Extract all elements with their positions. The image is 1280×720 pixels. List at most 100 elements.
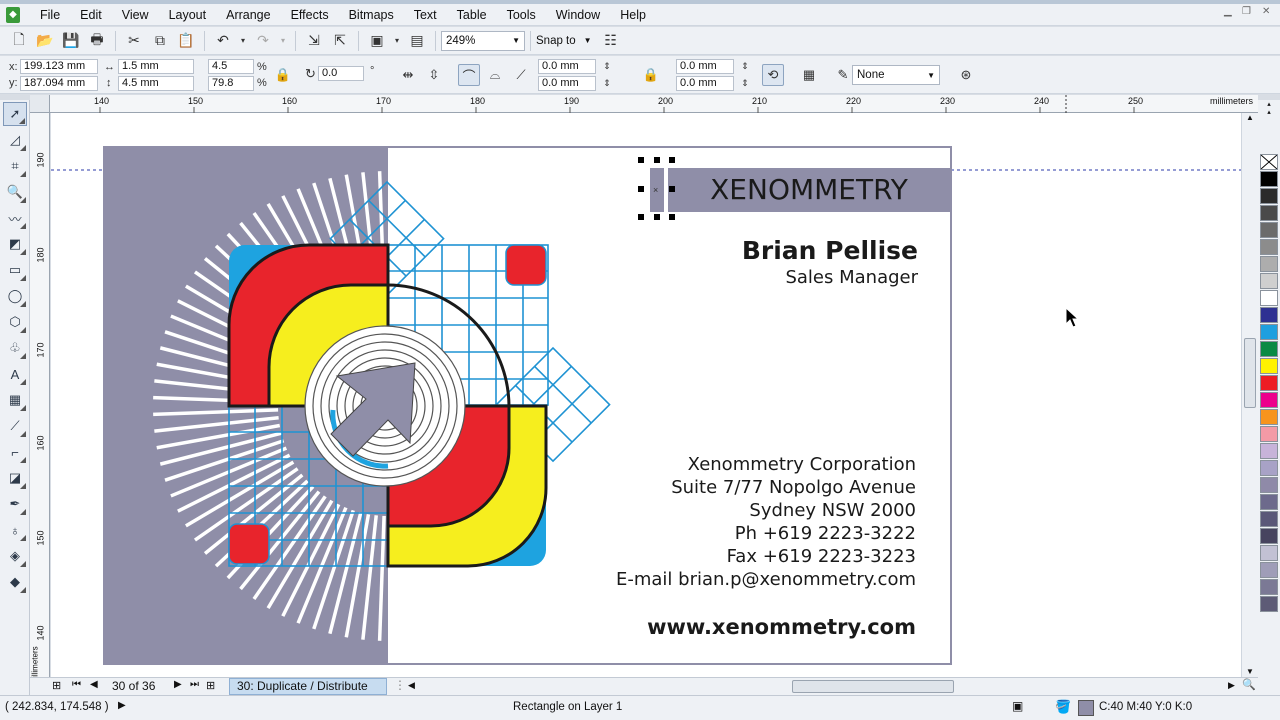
company-name-text[interactable]: XENOMMETRY xyxy=(668,170,950,210)
color-swatch[interactable] xyxy=(1260,511,1278,527)
menu-bitmaps[interactable]: Bitmaps xyxy=(339,5,404,25)
menu-window[interactable]: Window xyxy=(546,5,610,25)
menu-table[interactable]: Table xyxy=(447,5,497,25)
mirror-vertical-icon[interactable]: ⇳ xyxy=(423,64,445,86)
rectangle-tool-icon[interactable]: ▭ xyxy=(3,258,27,282)
address-line[interactable]: Xenommetry Corporation xyxy=(688,454,916,475)
menu-arrange[interactable]: Arrange xyxy=(216,5,280,25)
zoom-tool-icon[interactable]: 🔍 xyxy=(3,180,27,204)
copy-icon[interactable]: ⧉ xyxy=(149,30,171,52)
color-swatch[interactable] xyxy=(1260,494,1278,510)
color-swatch[interactable] xyxy=(1260,171,1278,187)
wrap-text-icon[interactable]: ▦ xyxy=(798,64,820,86)
scale-y-field[interactable]: 79.8 xyxy=(208,76,254,91)
color-proof-icon[interactable]: ▣ xyxy=(1012,699,1023,713)
color-swatch[interactable] xyxy=(1260,222,1278,238)
color-swatch[interactable] xyxy=(1260,188,1278,204)
scroll-left-icon[interactable]: ◀ xyxy=(408,680,415,691)
corel-app-icon[interactable]: ◆ xyxy=(6,6,20,23)
menu-effects[interactable]: Effects xyxy=(281,5,339,25)
shape-tool-icon[interactable]: ◿ xyxy=(3,128,27,152)
open-icon[interactable]: 📂 xyxy=(34,30,56,52)
color-swatch[interactable] xyxy=(1260,256,1278,272)
next-page-icon[interactable]: ▶ xyxy=(174,679,182,690)
palette-scroll-up-icon[interactable]: ▴ xyxy=(1258,100,1280,108)
corner-bottom-right-field[interactable]: 0.0 mm xyxy=(676,76,734,91)
welcome-screen-icon[interactable]: ▤ xyxy=(406,30,428,52)
height-field[interactable]: 4.5 mm xyxy=(118,76,194,91)
connector-tool-icon[interactable]: ⌐ xyxy=(3,440,27,464)
menu-text[interactable]: Text xyxy=(404,5,447,25)
chamfer-corner-icon[interactable]: ⟋ xyxy=(510,64,532,86)
undo-dropdown-icon[interactable]: ▾ xyxy=(238,30,248,52)
paste-icon[interactable]: 📋 xyxy=(175,30,197,52)
outline-pen-icon[interactable]: ✎ xyxy=(832,64,854,86)
expand-status-icon[interactable]: ▶ xyxy=(118,700,126,711)
color-swatch[interactable] xyxy=(1260,205,1278,221)
last-page-icon[interactable]: ⏭ xyxy=(190,679,199,690)
fill-color-swatch[interactable] xyxy=(1078,700,1094,716)
color-swatch[interactable] xyxy=(1260,545,1278,561)
launcher-dropdown-icon[interactable]: ▾ xyxy=(392,30,402,52)
relative-corner-scaling-icon[interactable]: ⟲ xyxy=(762,64,784,86)
palette-scroll-up-icon[interactable]: ▴ xyxy=(1258,108,1280,118)
scale-x-field[interactable]: 4.5 xyxy=(208,59,254,74)
scroll-up-icon[interactable]: ▲ xyxy=(1246,113,1254,122)
scallop-corner-icon[interactable]: ⌓ xyxy=(484,64,506,86)
corner-top-left-field[interactable]: 0.0 mm xyxy=(538,59,596,74)
interactive-fill-tool-icon[interactable]: ◆ xyxy=(3,570,27,594)
menu-file[interactable]: File xyxy=(30,5,70,25)
spinner-icon[interactable]: ⇕ xyxy=(598,76,616,91)
text-tool-icon[interactable]: A xyxy=(3,362,27,386)
print-icon[interactable]: 🖶 xyxy=(86,30,108,52)
restore-doc-icon[interactable]: ❐ xyxy=(1242,6,1251,17)
color-swatch[interactable] xyxy=(1260,596,1278,612)
horizontal-scroll-thumb[interactable] xyxy=(792,680,954,693)
convert-to-curves-icon[interactable]: ⊛ xyxy=(955,64,977,86)
color-swatch[interactable] xyxy=(1260,392,1278,408)
color-swatch[interactable] xyxy=(1260,307,1278,323)
add-page-before-icon[interactable]: ⊞ xyxy=(52,679,61,692)
spinner-icon[interactable]: ⇕ xyxy=(736,59,754,74)
corner-bottom-left-field[interactable]: 0.0 mm xyxy=(538,76,596,91)
address-line[interactable]: Sydney NSW 2000 xyxy=(749,500,916,521)
pick-tool-icon[interactable]: ➚ xyxy=(3,102,27,126)
close-doc-icon[interactable]: ✕ xyxy=(1262,6,1270,17)
color-swatch[interactable] xyxy=(1260,443,1278,459)
redo-icon[interactable]: ↷ xyxy=(252,30,274,52)
color-swatch[interactable] xyxy=(1260,579,1278,595)
fax-line[interactable]: Fax +619 2223-3223 xyxy=(727,546,916,567)
address-line[interactable]: Suite 7/77 Nopolgo Avenue xyxy=(671,477,916,498)
menu-help[interactable]: Help xyxy=(610,5,656,25)
import-icon[interactable]: ⇲ xyxy=(303,30,325,52)
horizontal-ruler[interactable]: 140 150 160 170 180 190 200 210 220 230 … xyxy=(30,95,1258,113)
lock-corners-icon[interactable]: 🔒 xyxy=(640,64,662,86)
snap-to-dropdown[interactable]: Snap to ▼ xyxy=(536,35,592,47)
color-swatch[interactable] xyxy=(1260,290,1278,306)
minimize-doc-icon[interactable]: ▁ xyxy=(1224,6,1232,17)
first-page-icon[interactable]: ⏮ xyxy=(72,679,81,690)
lock-ratio-icon[interactable]: 🔒 xyxy=(272,64,294,86)
undo-icon[interactable]: ↶ xyxy=(212,30,234,52)
crop-tool-icon[interactable]: ⌗ xyxy=(3,154,27,178)
application-launcher-icon[interactable]: ▣ xyxy=(366,30,388,52)
save-icon[interactable]: 💾 xyxy=(60,30,82,52)
table-tool-icon[interactable]: ▦ xyxy=(3,388,27,412)
job-title-text[interactable]: Sales Manager xyxy=(785,267,918,288)
vertical-scrollbar[interactable]: ▲ ▼ xyxy=(1241,113,1258,678)
polygon-tool-icon[interactable]: ⬡ xyxy=(3,310,27,334)
mirror-horizontal-icon[interactable]: ⇹ xyxy=(397,64,419,86)
menu-tools[interactable]: Tools xyxy=(497,5,546,25)
menu-layout[interactable]: Layout xyxy=(159,5,217,25)
menu-view[interactable]: View xyxy=(112,5,159,25)
dimension-tool-icon[interactable]: ⟋ xyxy=(3,414,27,438)
spinner-icon[interactable]: ⇕ xyxy=(736,76,754,91)
no-color-swatch[interactable] xyxy=(1260,154,1278,170)
options-icon[interactable]: ☷ xyxy=(600,30,622,52)
y-position-field[interactable]: 187.094 mm xyxy=(20,76,98,91)
color-swatch[interactable] xyxy=(1260,341,1278,357)
previous-page-icon[interactable]: ◀ xyxy=(90,679,98,690)
color-swatch[interactable] xyxy=(1260,477,1278,493)
scroll-down-icon[interactable]: ▼ xyxy=(1246,667,1254,676)
color-swatch[interactable] xyxy=(1260,375,1278,391)
